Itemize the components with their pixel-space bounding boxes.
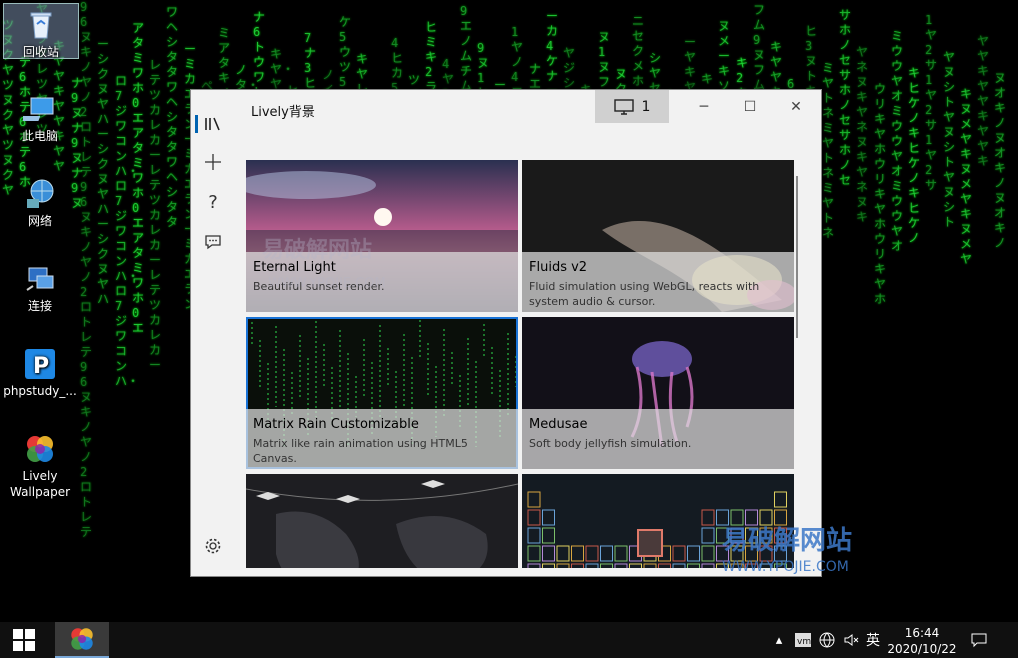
- desktop-icon-label: 回收站: [22, 45, 59, 59]
- desktop-icon-label: 此电脑: [21, 129, 58, 143]
- highlighted-element: [637, 529, 663, 557]
- matrix-rain-column: レテツカレカーレテツカレカーレテツカレカー: [149, 58, 162, 372]
- notifications-button[interactable]: [966, 622, 992, 658]
- nav-help[interactable]: ?: [195, 184, 231, 220]
- nav-settings[interactable]: [195, 528, 231, 564]
- side-navigation: ?: [191, 90, 235, 576]
- network-shortcut[interactable]: 网络: [3, 173, 77, 229]
- matrix-rain-column: ヤヤキヤヤキヤヤキ: [977, 34, 990, 168]
- tray-network-icon[interactable]: [816, 622, 838, 658]
- desktop-icon-label: Lively Wallpaper: [9, 469, 71, 499]
- feedback-icon: [205, 235, 221, 250]
- matrix-rain-column: アタミワホ0エアタミワホ0エアタミワホ0エ: [132, 21, 145, 335]
- matrix-rain-column: キヒケノキヒケノキヒケノ: [908, 66, 921, 245]
- svg-text:vm: vm: [797, 637, 811, 647]
- wallpaper-card[interactable]: Fluids v2 Fluid simulation using WebGL, …: [522, 160, 794, 312]
- minimize-icon: ─: [699, 98, 709, 115]
- card-title: Matrix Rain Customizable: [253, 417, 419, 432]
- taskbar: ▴ vm 英 16:44 2020/10/22: [0, 622, 1018, 658]
- card-title: Fluids v2: [529, 260, 588, 275]
- matrix-rain-column: ヤヌシトヤヌシトヤヌシト: [943, 50, 956, 229]
- add-icon: [205, 154, 221, 170]
- chevron-up-icon: ▴: [775, 632, 783, 648]
- matrix-rain-column: ヌオキノヌオキノヌオキノ: [994, 71, 1007, 250]
- windows-logo-icon: [13, 629, 35, 651]
- lively-wallpaper-shortcut[interactable]: Lively Wallpaper: [3, 428, 77, 500]
- matrix-rain-column: ウリキヤホウリキヤホウリキヤホ: [874, 82, 887, 306]
- recycle-bin-icon: [24, 8, 58, 42]
- computer-icon: [16, 92, 57, 126]
- clock[interactable]: 16:44 2020/10/22: [880, 625, 964, 657]
- desktop-icon-label: phpstudy_...: [3, 384, 77, 398]
- svg-text:P: P: [33, 354, 49, 379]
- date-text: 2020/10/22: [887, 642, 957, 656]
- start-button[interactable]: [0, 622, 48, 658]
- remote-desktop-icon: [23, 262, 57, 296]
- phpstudy-shortcut[interactable]: P phpstudy_...: [3, 343, 77, 399]
- matrix-rain-column: ミウウヤオミウウヤオミウウヤオ: [891, 29, 904, 253]
- connect-shortcut[interactable]: 连接: [3, 258, 77, 314]
- nav-feedback[interactable]: [195, 224, 231, 260]
- wallpaper-card[interactable]: [246, 474, 518, 568]
- watermark-text: 易破解网站: [262, 238, 373, 263]
- watermark-text: 易破解网站: [722, 526, 853, 556]
- time-text: 16:44: [904, 626, 940, 640]
- maximize-icon: ☐: [743, 98, 757, 115]
- help-icon: ?: [208, 191, 218, 213]
- minimize-button[interactable]: ─: [681, 90, 727, 123]
- matrix-rain-column: ワヘシタタワヘシタタワヘシタタ: [166, 5, 179, 229]
- close-button[interactable]: ✕: [773, 90, 819, 123]
- taskbar-lively-app[interactable]: [55, 622, 109, 658]
- settings-icon: [205, 538, 221, 554]
- matrix-rain-column: ロ7ジワコンハ・ロ7ジワコンハ・ロ7ジワコンハ・: [115, 74, 140, 388]
- show-hidden-icons-button[interactable]: ▴: [770, 622, 788, 658]
- screen-number: 1: [641, 98, 651, 115]
- watermark-url: WWW.YPOJIE.COM: [722, 559, 849, 575]
- lively-logo-icon: [23, 432, 57, 466]
- wallpaper-card[interactable]: Medusae Soft body jellyfish simulation.: [522, 317, 794, 469]
- vm-icon: vm: [795, 633, 811, 647]
- wallpaper-grid: Eternal Light Beautiful sunset render. F…: [246, 160, 801, 568]
- network-globe-icon: [23, 177, 57, 211]
- recycle-bin-shortcut[interactable]: 回收站: [3, 3, 79, 59]
- scrollbar[interactable]: [796, 176, 798, 338]
- matrix-rain-column: 1ヤ2サ1ヤ2サ1ヤ2サ: [925, 13, 938, 192]
- matrix-rain-column: キヌメヤキヌメヤキヌメヤ: [960, 87, 973, 266]
- card-description: Soft body jellyfish simulation.: [529, 437, 692, 450]
- card-description: Matrix like rain animation using HTML5 C…: [253, 437, 468, 465]
- wallpaper-thumbnail: [246, 474, 518, 568]
- globe-icon: [819, 632, 835, 648]
- this-pc-shortcut[interactable]: 此电脑: [3, 88, 77, 144]
- monitor-icon: [613, 98, 634, 115]
- card-info: Fluids v2 Fluid simulation using WebGL, …: [522, 252, 794, 312]
- phpstudy-icon: P: [23, 347, 57, 381]
- card-title: Medusae: [529, 417, 588, 432]
- maximize-button[interactable]: ☐: [727, 90, 773, 123]
- card-info: Matrix Rain Customizable Matrix like rai…: [246, 409, 518, 469]
- matrix-rain-column: サホノセサホノセサホノセ: [839, 8, 852, 187]
- wallpaper-card-selected[interactable]: Matrix Rain Customizable Matrix like rai…: [246, 317, 518, 469]
- window-title: Lively背景: [251, 105, 315, 120]
- close-icon: ✕: [790, 98, 802, 115]
- watermark-url: WWW.YPOJIE.COM: [268, 276, 386, 291]
- nav-library[interactable]: [195, 106, 231, 142]
- nav-add[interactable]: [195, 144, 231, 180]
- notification-icon: [971, 633, 987, 648]
- screen-selector-button[interactable]: 1: [595, 90, 669, 123]
- matrix-rain-column: ミヤトネミヤトネミヤトネ: [822, 61, 835, 240]
- card-description: Fluid simulation using WebGL, reacts wit…: [529, 280, 760, 308]
- library-icon: [205, 117, 220, 131]
- lively-window: ? Lively背景 1 ─ ☐ ✕ Eternal Light Beautif…: [190, 89, 822, 577]
- tray-vm-icon[interactable]: vm: [792, 622, 814, 658]
- matrix-rain-column: ヤネヌキヤネヌキヤネヌキ: [856, 45, 869, 224]
- volume-muted-icon: [844, 634, 859, 646]
- desktop-icon-label: 网络: [27, 214, 52, 228]
- lively-logo-icon: [71, 628, 93, 650]
- desktop-icon-label: 连接: [27, 299, 52, 313]
- tray-volume-icon[interactable]: [840, 622, 862, 658]
- matrix-rain-column: ーシクヌヤハーシクヌヤハーシクヌヤハ: [97, 37, 110, 306]
- card-info: Medusae Soft body jellyfish simulation.: [522, 409, 794, 469]
